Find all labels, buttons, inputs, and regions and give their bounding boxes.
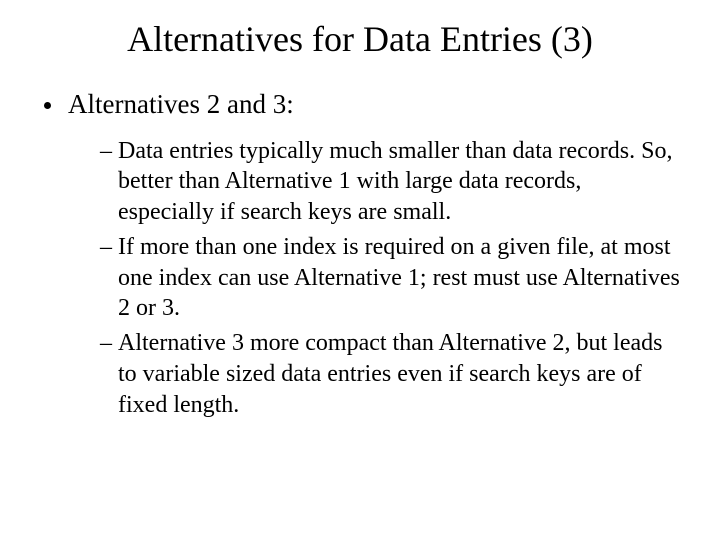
sub-item-1: –Data entries typically much smaller tha… <box>40 136 680 228</box>
bullet-item-1: Alternatives 2 and 3: <box>40 88 680 122</box>
sub-text-3: Alternative 3 more compact than Alternat… <box>118 330 663 417</box>
sub-item-2: –If more than one index is required on a… <box>40 232 680 324</box>
slide-title: Alternatives for Data Entries (3) <box>40 18 680 60</box>
sub-text-1: Data entries typically much smaller than… <box>118 138 672 225</box>
sub-item-3: –Alternative 3 more compact than Alterna… <box>40 328 680 420</box>
dash-icon: – <box>100 136 118 167</box>
bullet-icon <box>44 102 51 109</box>
dash-icon: – <box>100 328 118 359</box>
bullet-text-1: Alternatives 2 and 3: <box>68 89 294 119</box>
sub-text-2: If more than one index is required on a … <box>118 234 680 321</box>
slide: Alternatives for Data Entries (3) Altern… <box>0 0 720 540</box>
dash-icon: – <box>100 232 118 263</box>
